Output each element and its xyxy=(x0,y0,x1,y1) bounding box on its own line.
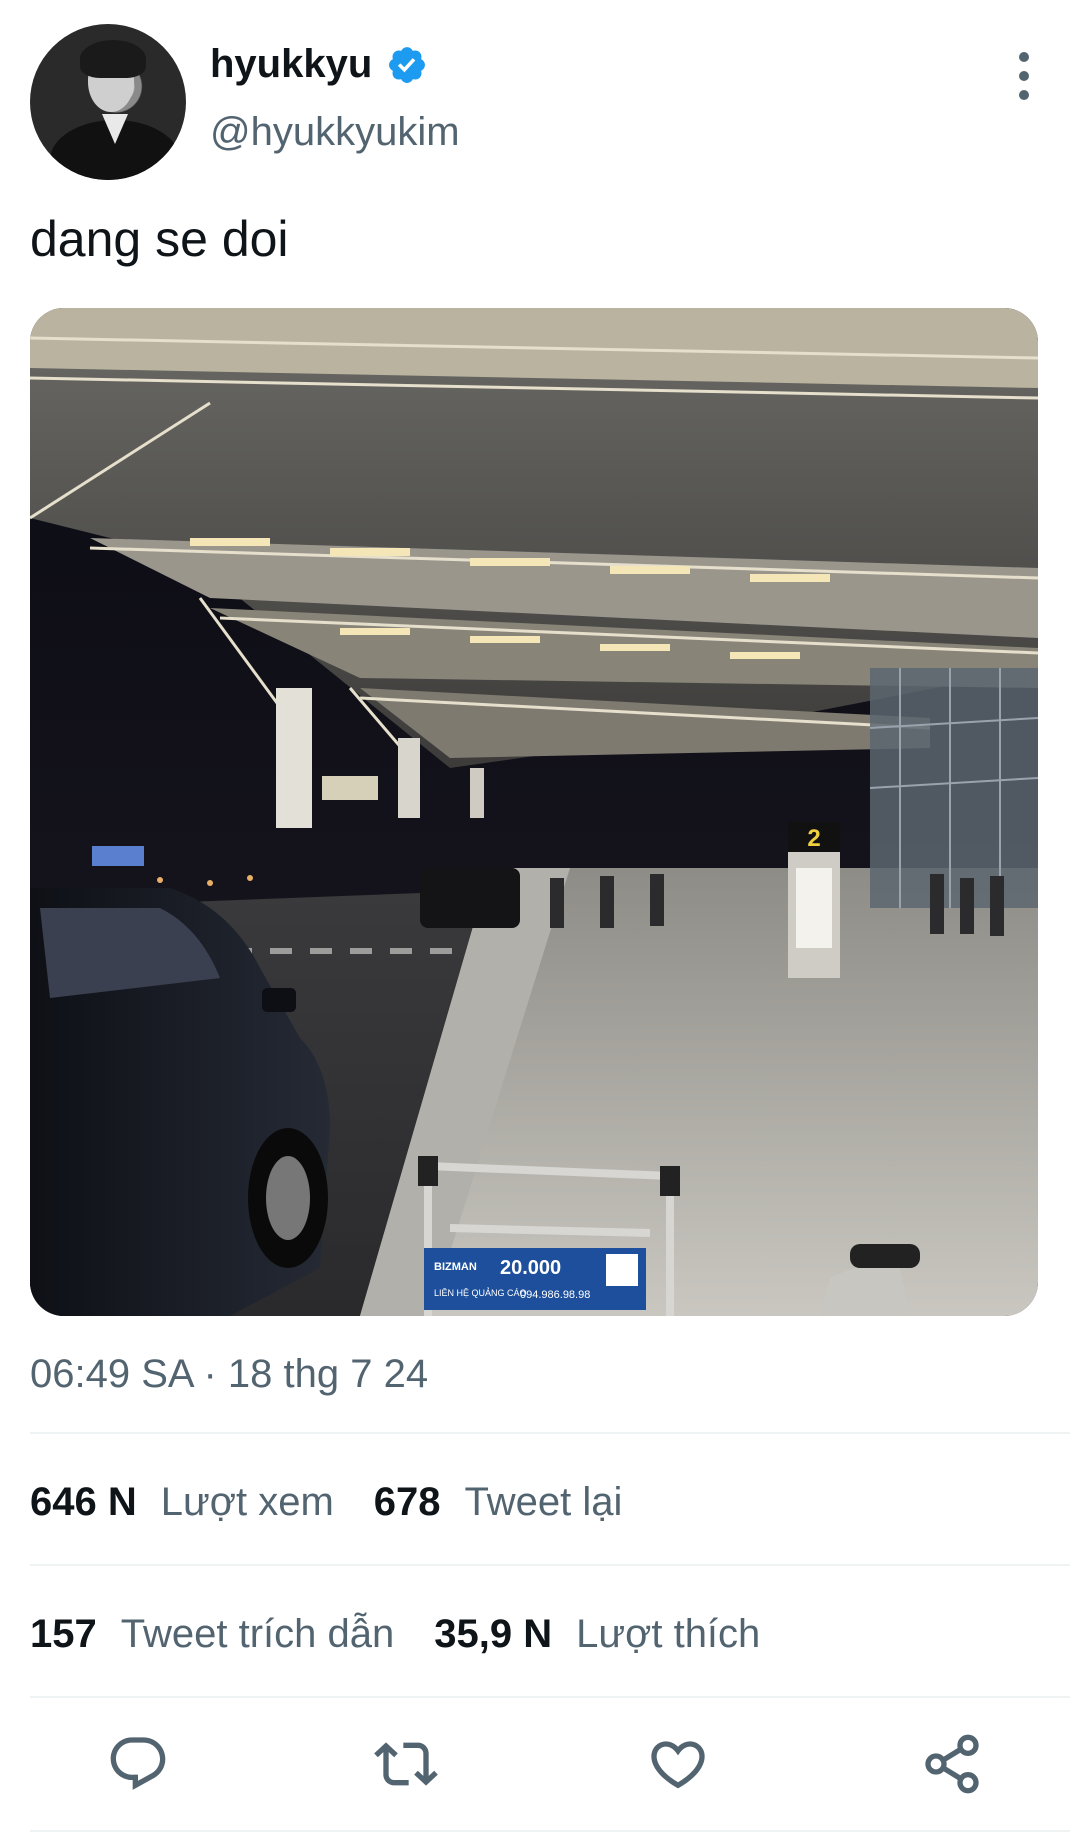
stats-row-1: 646 N Lượt xem 678 Tweet lại xyxy=(30,1480,662,1525)
retweets-label[interactable]: Tweet lại xyxy=(465,1480,623,1525)
user-handle[interactable]: @hyukkyukim xyxy=(210,110,460,155)
action-bar xyxy=(0,1732,1080,1804)
gate-number: 2 xyxy=(807,825,820,852)
retweets-count[interactable]: 678 xyxy=(374,1480,441,1525)
quotes-label[interactable]: Tweet trích dẫn xyxy=(121,1612,394,1657)
cart-sign-contact: LIÊN HỆ QUẢNG CÁO xyxy=(434,1287,527,1298)
display-name-row[interactable]: hyukkyu xyxy=(210,42,428,87)
tweet-text: dang se doi xyxy=(30,211,289,267)
divider xyxy=(30,1432,1070,1434)
avatar[interactable] xyxy=(30,24,186,180)
divider xyxy=(30,1564,1070,1566)
verified-badge-icon xyxy=(389,46,426,83)
views-label: Lượt xem xyxy=(160,1480,334,1524)
likes-label[interactable]: Lượt thích xyxy=(576,1612,760,1657)
airport-photo: 2 BIZMAN 20.000 LIÊN HỆ QUẢNG CÁO 094.98… xyxy=(30,308,1038,1316)
tweet-timestamp[interactable]: 06:49 SA · 18 thg 7 24 xyxy=(30,1352,428,1397)
divider xyxy=(30,1696,1070,1698)
retweet-icon[interactable] xyxy=(374,1732,438,1796)
divider xyxy=(30,1830,1070,1832)
quotes-count[interactable]: 157 xyxy=(30,1612,97,1657)
views-count: 646 N xyxy=(30,1480,137,1524)
tweet-photo[interactable]: 2 BIZMAN 20.000 LIÊN HỆ QUẢNG CÁO 094.98… xyxy=(30,308,1038,1316)
cart-sign-brand: BIZMAN xyxy=(434,1261,477,1273)
more-vertical-icon[interactable] xyxy=(1010,52,1038,100)
stats-row-2: 157 Tweet trích dẫn 35,9 N Lượt thích xyxy=(30,1612,800,1657)
likes-count[interactable]: 35,9 N xyxy=(434,1612,552,1657)
cart-sign-phone: 094.986.98.98 xyxy=(520,1289,590,1301)
share-icon[interactable] xyxy=(920,1732,984,1796)
cart-sign-price: 20.000 xyxy=(500,1257,561,1279)
display-name[interactable]: hyukkyu xyxy=(210,42,372,87)
heart-icon[interactable] xyxy=(646,1732,710,1796)
reply-icon[interactable] xyxy=(106,1732,170,1796)
